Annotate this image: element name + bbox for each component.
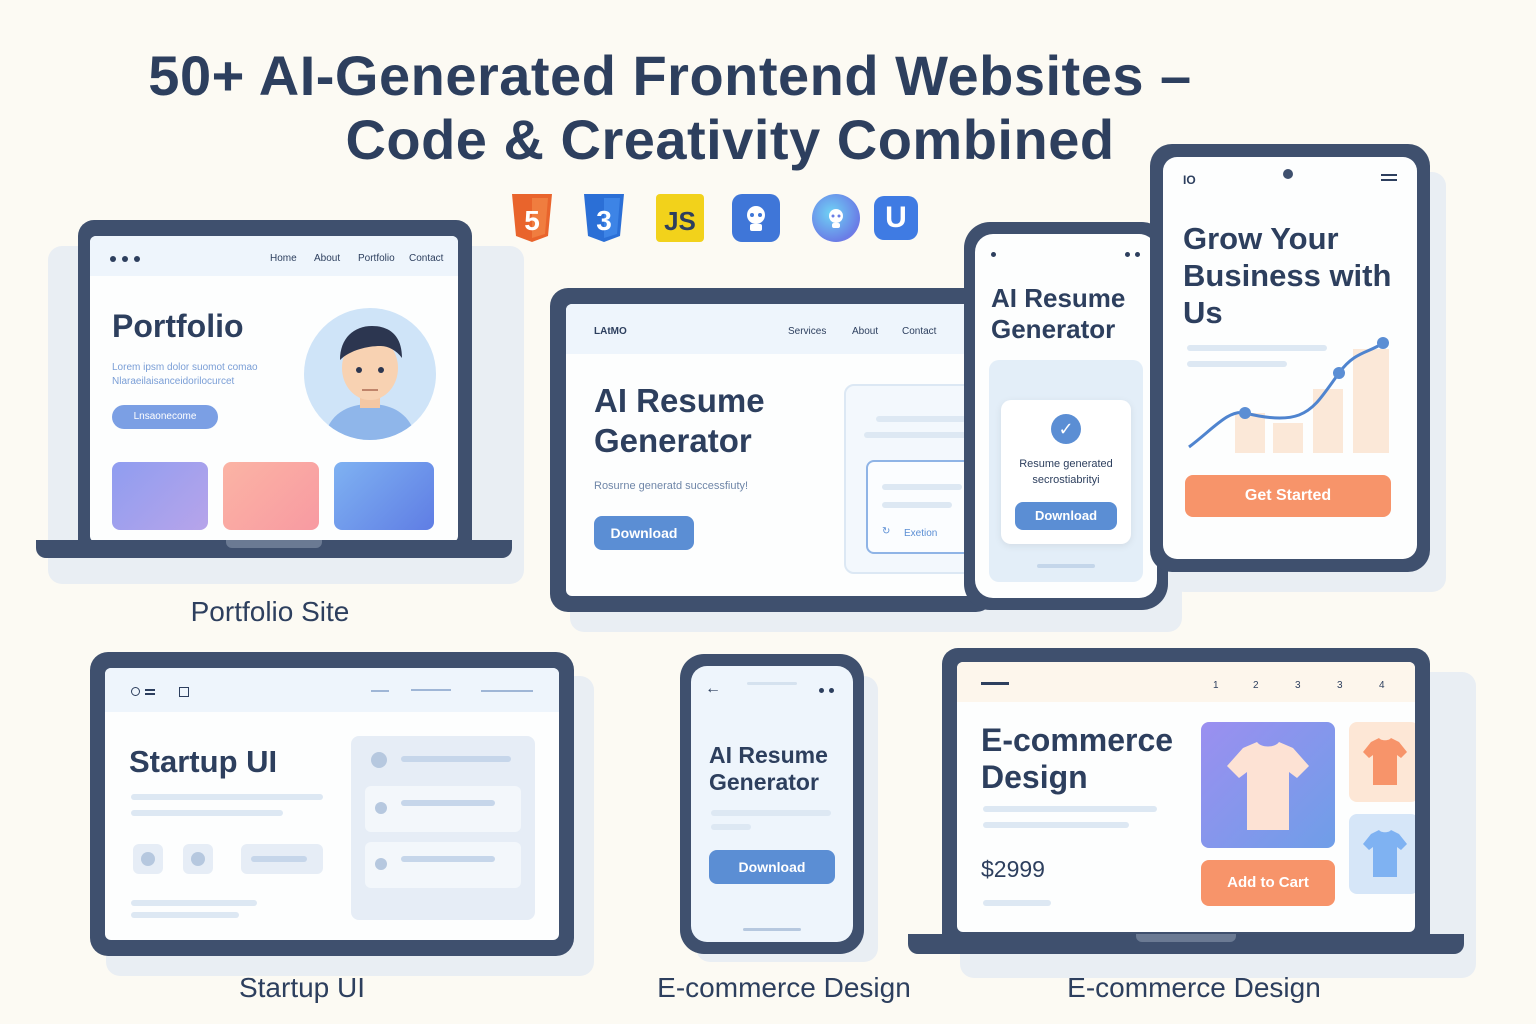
portfolio-caption: Portfolio Site	[190, 596, 350, 627]
portfolio-thumb-3[interactable]	[334, 462, 434, 530]
portfolio-cta-button[interactable]: Lnsaonecome	[112, 405, 218, 429]
resume-phone-2-screen: ← AI Resume Generator Download	[691, 666, 853, 942]
resume-title-1: AI Resume	[594, 382, 765, 419]
orange-tshirt-icon	[1363, 738, 1407, 785]
nav-contact[interactable]: Contact	[409, 253, 443, 264]
business-title-3: Us	[1183, 295, 1223, 330]
download-button[interactable]: Download	[594, 516, 694, 550]
nav-home[interactable]: Home	[270, 253, 297, 264]
u-icon: U	[874, 196, 918, 240]
css3-icon: 3	[580, 194, 628, 242]
phone-title-2: Generator	[991, 314, 1116, 344]
phone2-caption: E-commerce Design	[657, 972, 911, 1003]
growth-chart-icon	[1188, 337, 1389, 453]
html5-icon: 5	[508, 194, 556, 242]
resume-title-2: Generator	[594, 422, 752, 459]
price: $2999	[981, 856, 1045, 882]
resume-phone-screen: AI Resume Generator ✓ Resume generated s…	[975, 234, 1157, 598]
portfolio-screen: Home About Portfolio Contact Portfolio L…	[90, 236, 458, 542]
js-icon: JS	[656, 194, 704, 242]
portfolio-thumb-2[interactable]	[223, 462, 319, 530]
business-logo[interactable]: IO	[1183, 173, 1196, 187]
nav-about[interactable]: About	[852, 326, 878, 337]
resume-tablet-screen: LAtMO Services About Contact AI Resume G…	[566, 304, 978, 596]
ecommerce-screen: 1 2 3 3 4 E-commerce Design $2999 Add to…	[957, 662, 1415, 932]
phone2-title-1: AI Resume	[709, 742, 828, 768]
ecommerce-title-2: Design	[981, 759, 1088, 795]
startup-title: Startup UI	[129, 744, 278, 779]
phone2-title-2: Generator	[709, 769, 819, 795]
startup-panel	[351, 736, 535, 920]
portfolio-title: Portfolio	[112, 308, 244, 344]
phone-title-1: AI Resume	[991, 283, 1126, 313]
blue-tshirt-icon	[1363, 830, 1407, 877]
phone-download-button[interactable]: Download	[1015, 502, 1117, 530]
modal-text-1: Resume generated	[1019, 458, 1113, 470]
get-started-button[interactable]: Get Started	[1185, 475, 1391, 517]
page-3[interactable]: 3	[1295, 680, 1301, 691]
resume-card[interactable]: ↻ Exetion	[866, 460, 978, 554]
phone2-download-button[interactable]: Download	[709, 850, 835, 884]
robot-icon	[732, 194, 780, 242]
startup-caption: Startup UI	[238, 972, 366, 1003]
portfolio-thumb-1[interactable]	[112, 462, 208, 530]
business-title-1: Grow Your	[1183, 221, 1339, 256]
tshirt-product-image[interactable]	[1201, 722, 1335, 848]
ecommerce-title-1: E-commerce	[981, 722, 1174, 758]
add-to-cart-button[interactable]: Add to Cart	[1201, 860, 1335, 906]
business-screen: IO Grow Your Business with Us Get Starte…	[1163, 157, 1417, 559]
portfolio-lorem-1: Lorem ipsm dolor suomot comao	[112, 362, 258, 373]
modal-text-2: secrostiabrityi	[1032, 474, 1100, 486]
success-modal: ✓ Resume generated secrostiabrityi Downl…	[1001, 400, 1131, 544]
business-title-2: Business with	[1183, 258, 1392, 293]
resume-card-label: Exetion	[904, 528, 938, 539]
nav-about[interactable]: About	[314, 253, 340, 264]
svg-text:3: 3	[596, 205, 612, 236]
refresh-icon: ↻	[882, 526, 891, 537]
product-thumb-1[interactable]	[1349, 722, 1415, 802]
nav-portfolio[interactable]: Portfolio	[358, 253, 395, 264]
page-3b[interactable]: 3	[1337, 680, 1343, 691]
page-1[interactable]: 1	[1213, 680, 1219, 691]
nav-contact[interactable]: Contact	[902, 326, 936, 337]
resume-logo[interactable]: LAtMO	[594, 326, 627, 337]
resume-subtitle: Rosurne generatd successfiuty!	[594, 480, 749, 492]
page-4[interactable]: 4	[1379, 680, 1385, 691]
product-thumb-2[interactable]	[1349, 814, 1415, 894]
startup-screen: Startup UI	[105, 668, 559, 940]
menu-icon[interactable]	[1381, 174, 1397, 176]
page-title-line1: 50+ AI-Generated Frontend Websites –	[148, 44, 1192, 107]
tshirt-icon	[1227, 742, 1309, 830]
avatar	[304, 308, 436, 440]
svg-text:5: 5	[524, 205, 540, 236]
ecommerce-caption: E-commerce Design	[1067, 972, 1321, 1003]
page-2[interactable]: 2	[1253, 680, 1259, 691]
menu-icon[interactable]	[981, 682, 1009, 685]
portfolio-lorem-2: Nlaraeilaisanceidorilocurcet	[112, 376, 235, 387]
back-arrow-icon[interactable]: ←	[705, 680, 721, 698]
ai-bot-icon	[812, 194, 860, 242]
nav-services[interactable]: Services	[788, 326, 826, 337]
check-icon: ✓	[1051, 414, 1081, 444]
